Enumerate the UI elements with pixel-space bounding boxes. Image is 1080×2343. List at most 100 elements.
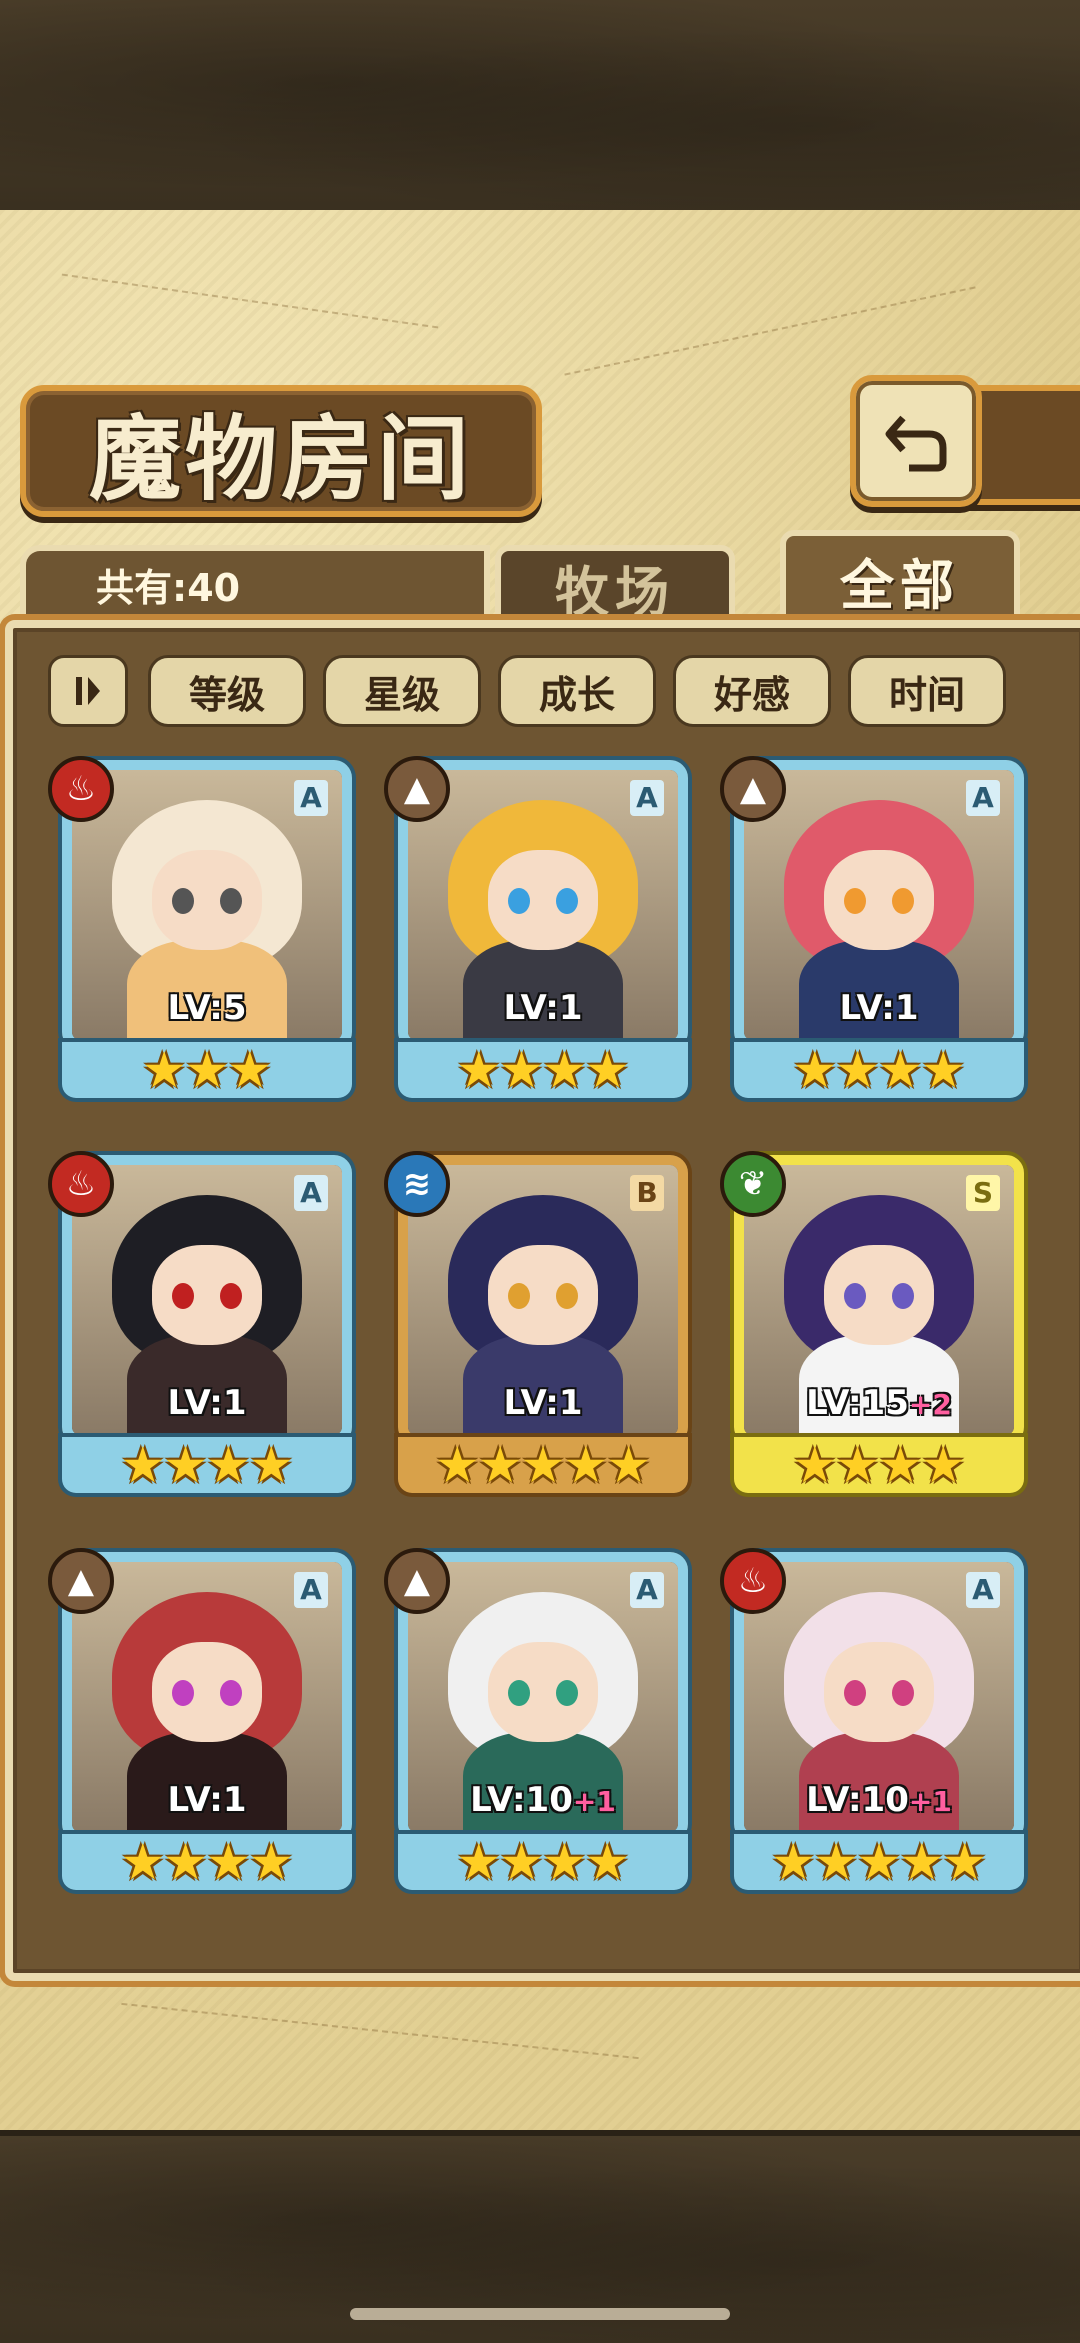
monster-level-value: LV:1 [167, 1780, 247, 1820]
star-icon: ★ [248, 1436, 294, 1494]
star-rating: ★ ★ ★ ★ [62, 1437, 352, 1493]
monster-card[interactable]: A LV:10+1 ★ ★ ★ ★ ▲ [384, 1548, 692, 1892]
star-icon: ★ [856, 1833, 902, 1891]
monster-level: LV:1 [398, 1383, 688, 1423]
level-bonus: +1 [908, 1785, 952, 1818]
monster-level: LV:15+2 [734, 1383, 1024, 1423]
water-waves-icon: ≋ [384, 1151, 450, 1217]
sort-toggle-icon [76, 677, 100, 705]
star-icon: ★ [434, 1436, 480, 1494]
star-rating: ★ ★ ★ ★ [734, 1042, 1024, 1098]
star-icon: ★ [792, 1041, 838, 1099]
monster-level: LV:10+1 [734, 1780, 1024, 1820]
star-icon: ★ [563, 1436, 609, 1494]
title-plaque: 魔物房间 [20, 385, 542, 517]
star-icon: ★ [184, 1041, 230, 1099]
star-icon: ★ [878, 1436, 923, 1494]
mountain-icon: ▲ [48, 1548, 114, 1614]
star-icon: ★ [920, 1041, 966, 1099]
tab-ranch[interactable]: 牧场 [495, 545, 735, 624]
star-icon: ★ [878, 1041, 923, 1099]
sort-affection-button[interactable]: 好感 [673, 655, 831, 727]
sort-bar: 等级 星级 成长 好感 时间 [48, 655, 1048, 727]
star-icon: ★ [120, 1436, 166, 1494]
star-icon: ★ [206, 1436, 251, 1494]
star-icon: ★ [227, 1041, 273, 1099]
monster-level-value: LV:1 [839, 988, 919, 1028]
monster-level: LV:5 [62, 988, 352, 1028]
monster-level-value: LV:10 [470, 1780, 573, 1820]
monster-card[interactable]: A LV:1 ★ ★ ★ ★ ▲ [384, 756, 692, 1100]
star-icon: ★ [141, 1041, 187, 1099]
monster-level: LV:1 [734, 988, 1024, 1028]
star-rating: ★ ★ ★ ★ [62, 1834, 352, 1890]
home-indicator[interactable] [350, 2308, 730, 2320]
star-icon: ★ [477, 1436, 523, 1494]
star-icon: ★ [206, 1833, 251, 1891]
star-icon: ★ [542, 1833, 587, 1891]
top-background [0, 0, 1080, 216]
star-icon: ★ [456, 1833, 502, 1891]
back-button[interactable] [850, 375, 982, 507]
monster-card[interactable]: A LV:10+1 ★ ★ ★ ★ ★ ♨ [720, 1548, 1028, 1892]
monster-count: 共有:40 [20, 545, 490, 617]
level-bonus: +2 [908, 1388, 952, 1421]
monster-card[interactable]: A LV:1 ★ ★ ★ ★ ▲ [720, 756, 1028, 1100]
sort-growth-button[interactable]: 成长 [498, 655, 656, 727]
rank-badge: A [294, 780, 328, 816]
star-rating: ★ ★ ★ [62, 1042, 352, 1098]
return-arrow-icon [885, 415, 947, 472]
monster-card[interactable]: A LV:1 ★ ★ ★ ★ ♨ [48, 1151, 356, 1495]
rank-badge: A [630, 1572, 664, 1608]
sort-growth-label: 成长 [538, 672, 615, 717]
star-icon: ★ [542, 1041, 587, 1099]
star-icon: ★ [942, 1833, 988, 1891]
star-icon: ★ [835, 1041, 880, 1099]
mountain-icon: ▲ [720, 756, 786, 822]
star-rating: ★ ★ ★ ★ ★ [734, 1834, 1024, 1890]
fire-icon: ♨ [48, 756, 114, 822]
star-icon: ★ [120, 1833, 166, 1891]
sort-time-button[interactable]: 时间 [848, 655, 1006, 727]
tab-ranch-label: 牧场 [555, 559, 675, 624]
star-icon: ★ [813, 1833, 859, 1891]
rank-badge: A [966, 780, 1000, 816]
monster-level: LV:10+1 [398, 1780, 688, 1820]
monster-card[interactable]: S LV:15+2 ★ ★ ★ ★ ❦ [720, 1151, 1028, 1495]
leaf-icon: ❦ [720, 1151, 786, 1217]
star-icon: ★ [584, 1041, 630, 1099]
star-icon: ★ [899, 1833, 945, 1891]
rank-badge: B [630, 1175, 664, 1211]
monster-level-value: LV:10 [806, 1780, 909, 1820]
page-title: 魔物房间 [88, 404, 473, 513]
star-icon: ★ [584, 1833, 630, 1891]
sort-stars-button[interactable]: 星级 [323, 655, 481, 727]
rank-badge: S [966, 1175, 1000, 1211]
sort-level-label: 等级 [188, 672, 265, 717]
star-icon: ★ [456, 1041, 502, 1099]
sort-level-button[interactable]: 等级 [148, 655, 306, 727]
star-rating: ★ ★ ★ ★ [734, 1437, 1024, 1493]
monster-card[interactable]: A LV:5 ★ ★ ★ ♨ [48, 756, 356, 1100]
star-rating: ★ ★ ★ ★ [398, 1834, 688, 1890]
mountain-icon: ▲ [384, 756, 450, 822]
monster-level-value: LV:1 [503, 988, 583, 1028]
star-icon: ★ [248, 1833, 294, 1891]
monster-level: LV:1 [62, 1780, 352, 1820]
monster-level-value: LV:1 [503, 1383, 583, 1423]
fire-icon: ♨ [720, 1548, 786, 1614]
monster-card[interactable]: B LV:1 ★ ★ ★ ★ ★ ≋ [384, 1151, 692, 1495]
sort-stars-label: 星级 [363, 672, 440, 717]
sort-order-toggle[interactable] [48, 655, 128, 727]
mountain-icon: ▲ [384, 1548, 450, 1614]
sort-affection-label: 好感 [713, 672, 790, 717]
star-icon: ★ [920, 1436, 966, 1494]
star-icon: ★ [163, 1833, 208, 1891]
rank-badge: A [294, 1572, 328, 1608]
tab-all[interactable]: 全部 [780, 530, 1020, 625]
star-icon: ★ [606, 1436, 652, 1494]
monster-level: LV:1 [398, 988, 688, 1028]
star-icon: ★ [499, 1833, 544, 1891]
monster-level-value: LV:5 [167, 988, 247, 1028]
monster-card[interactable]: A LV:1 ★ ★ ★ ★ ▲ [48, 1548, 356, 1892]
